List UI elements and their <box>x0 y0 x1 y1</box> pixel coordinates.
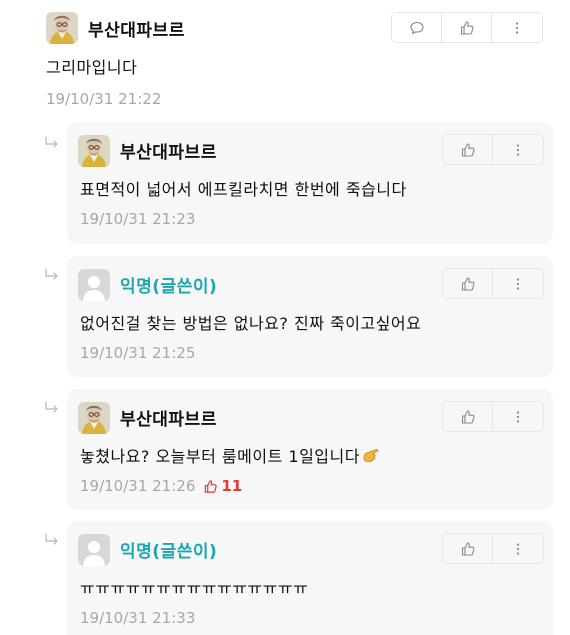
vertical-ellipsis-icon <box>510 142 526 158</box>
avatar[interactable] <box>78 534 110 566</box>
reply-text-content: 표면적이 넓어서 에프킬라치면 한번에 죽습니다 <box>80 180 407 199</box>
like-button[interactable] <box>443 402 493 431</box>
reply-header: 익명(글쓴이) <box>78 268 217 301</box>
reply-text: ㅠㅠㅠㅠㅠㅠㅠㅠㅠㅠㅠㅠㅠㅠㅠ <box>80 575 308 599</box>
thumbs-up-icon <box>460 142 476 158</box>
reply-item: 부산대파브르 놓쳤나요? 오늘부터 룸메이트 1일입니다 19/10/31 21… <box>0 389 570 510</box>
reply-arrow-icon <box>44 136 60 150</box>
author-name[interactable]: 부산대파브르 <box>120 405 217 430</box>
reply-card: 익명(글쓴이) 없어진걸 찾는 방법은 없나요? 진짜 죽이고싶어요 19/10… <box>67 256 553 377</box>
reply-header: 익명(글쓴이) <box>78 533 217 566</box>
reply-card: 부산대파브르 놓쳤나요? 오늘부터 룸메이트 1일입니다 19/10/31 21… <box>67 389 553 510</box>
reply-time: 19/10/31 21:23 <box>80 210 196 228</box>
comment-header: 부산대파브르 <box>46 12 185 44</box>
comment-parent: 부산대파브르 그리마입니다 19/10/31 21:22 <box>0 0 570 118</box>
reply-item: 부산대파브르 표면적이 넓어서 에프킬라치면 한번에 죽습니다 19/10/31… <box>0 122 570 244</box>
reply-text-content: ㅠㅠㅠㅠㅠㅠㅠㅠㅠㅠㅠㅠㅠㅠㅠ <box>80 579 309 598</box>
author-name[interactable]: 부산대파브르 <box>120 138 217 163</box>
thumbs-up-icon <box>460 409 476 425</box>
avatar[interactable] <box>78 402 110 434</box>
thumbs-up-icon <box>460 541 476 557</box>
thumbs-up-icon <box>460 276 476 292</box>
reply-header: 부산대파브르 <box>78 134 217 167</box>
like-button[interactable] <box>442 13 492 42</box>
reply-header: 부산대파브르 <box>78 401 217 434</box>
vertical-ellipsis-icon <box>510 276 526 292</box>
reply-text: 놓쳤나요? 오늘부터 룸메이트 1일입니다 <box>80 443 380 467</box>
avatar[interactable] <box>78 135 110 167</box>
reply-time: 19/10/31 21:33 <box>80 609 196 627</box>
reply-actions <box>442 268 544 299</box>
more-button[interactable] <box>493 402 543 431</box>
comment-text: 그리마입니다 <box>46 58 138 77</box>
reply-text: 없어진걸 찾는 방법은 없나요? 진짜 죽이고싶어요 <box>80 310 421 334</box>
more-button[interactable] <box>492 13 542 42</box>
vertical-ellipsis-icon <box>510 541 526 557</box>
vertical-ellipsis-icon <box>510 409 526 425</box>
avatar[interactable] <box>46 12 78 44</box>
reply-text-content: 놓쳤나요? 오늘부터 룸메이트 1일입니다 <box>80 447 360 466</box>
speech-bubble-icon <box>409 20 425 36</box>
reply-time-row: 19/10/31 21:33 <box>80 609 195 627</box>
author-name[interactable]: 익명(글쓴이) <box>120 272 217 297</box>
reply-text: 표면적이 넓어서 에프킬라치면 한번에 죽습니다 <box>80 176 407 200</box>
reply-button[interactable] <box>392 13 442 42</box>
reply-text-content: 없어진걸 찾는 방법은 없나요? 진짜 죽이고싶어요 <box>80 314 422 333</box>
author-name[interactable]: 익명(글쓴이) <box>120 537 217 562</box>
reply-time-row: 19/10/31 21:26 11 <box>80 477 242 495</box>
reply-item: 익명(글쓴이) 없어진걸 찾는 방법은 없나요? 진짜 죽이고싶어요 19/10… <box>0 256 570 377</box>
reply-arrow-icon <box>44 268 60 282</box>
reply-actions <box>442 134 544 165</box>
vote-count: 11 <box>221 477 243 495</box>
like-button[interactable] <box>443 135 493 164</box>
reply-card: 부산대파브르 표면적이 넓어서 에프킬라치면 한번에 죽습니다 19/10/31… <box>67 122 553 244</box>
reply-actions <box>442 533 544 564</box>
more-button[interactable] <box>493 534 543 563</box>
more-button[interactable] <box>493 269 543 298</box>
comment-time: 19/10/31 21:22 <box>46 90 162 108</box>
reply-time: 19/10/31 21:25 <box>80 344 196 362</box>
reply-arrow-icon <box>44 533 60 547</box>
thumbs-up-icon <box>459 20 475 36</box>
pointing-hand-emoji <box>362 446 380 464</box>
reply-item: 익명(글쓴이) ㅠㅠㅠㅠㅠㅠㅠㅠㅠㅠㅠㅠㅠㅠㅠ 19/10/31 21:33 <box>0 521 570 635</box>
reply-time-row: 19/10/31 21:23 <box>80 210 195 228</box>
more-button[interactable] <box>493 135 543 164</box>
reply-time-row: 19/10/31 21:25 <box>80 344 195 362</box>
thumbs-up-icon <box>203 479 218 494</box>
reply-card: 익명(글쓴이) ㅠㅠㅠㅠㅠㅠㅠㅠㅠㅠㅠㅠㅠㅠㅠ 19/10/31 21:33 <box>67 521 553 635</box>
author-name[interactable]: 부산대파브르 <box>88 16 185 41</box>
avatar[interactable] <box>78 269 110 301</box>
reply-actions <box>442 401 544 432</box>
vertical-ellipsis-icon <box>509 20 525 36</box>
reply-time: 19/10/31 21:26 <box>80 477 196 495</box>
like-button[interactable] <box>443 534 493 563</box>
like-button[interactable] <box>443 269 493 298</box>
reply-arrow-icon <box>44 401 60 415</box>
comment-actions <box>391 12 543 43</box>
vote-count-badge: 11 <box>203 477 242 495</box>
